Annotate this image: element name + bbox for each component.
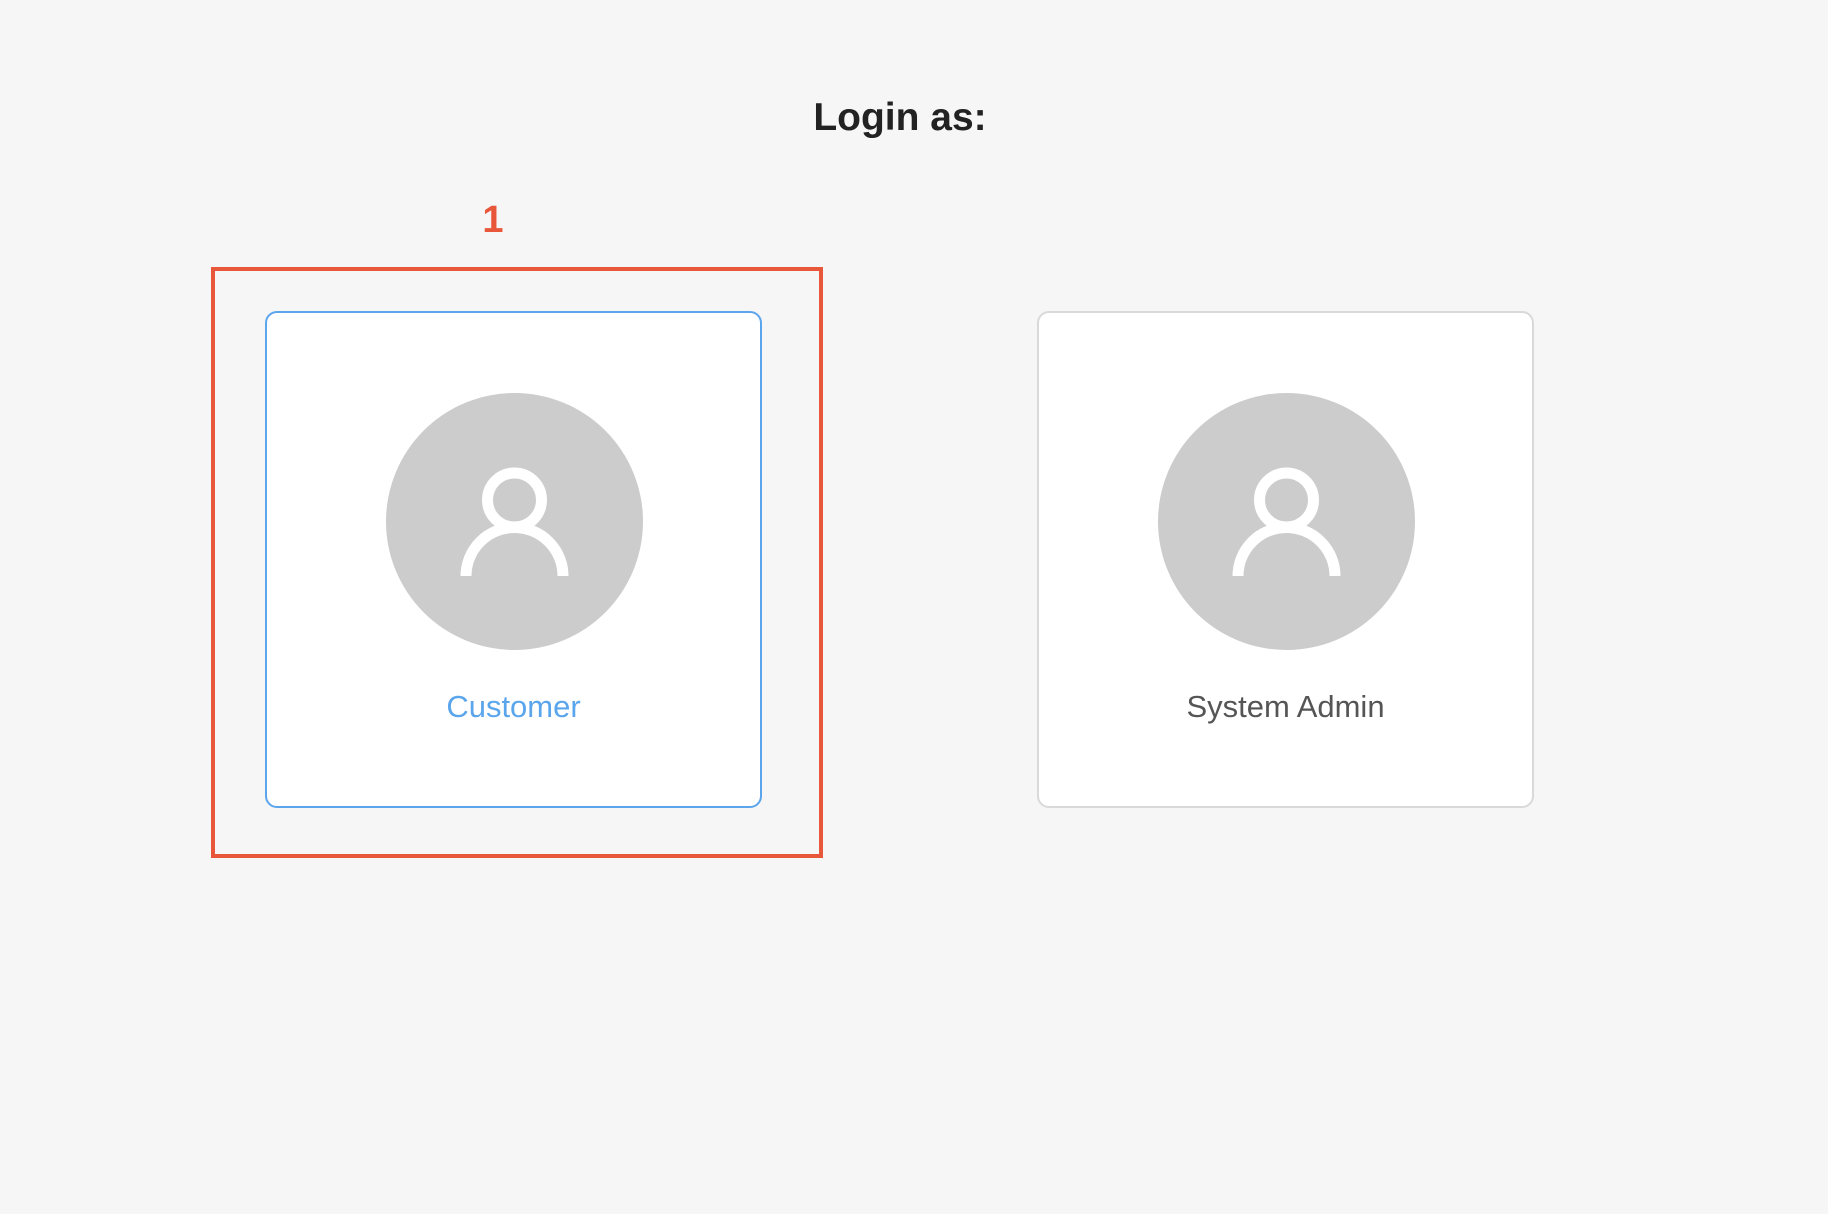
customer-role-card[interactable]: Customer — [265, 311, 762, 808]
user-icon — [460, 467, 569, 577]
system-admin-role-label: System Admin — [1186, 689, 1385, 724]
system-admin-role-card[interactable]: System Admin — [1037, 311, 1534, 808]
avatar — [386, 393, 643, 650]
customer-role-label: Customer — [446, 689, 581, 724]
annotation-number: 1 — [482, 199, 504, 241]
page-title: Login as: — [813, 96, 987, 139]
user-icon — [1232, 467, 1341, 577]
avatar — [1158, 393, 1415, 650]
